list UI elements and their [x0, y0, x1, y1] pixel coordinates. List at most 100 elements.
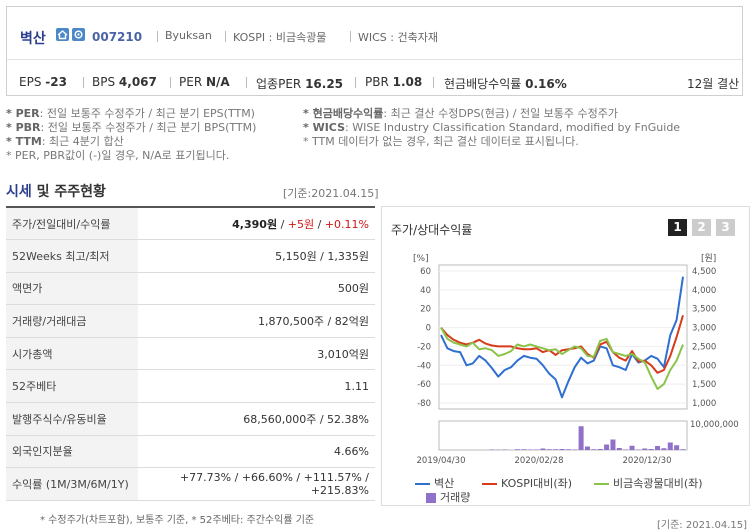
volume-bar [610, 439, 616, 450]
series-line-0 [440, 276, 684, 399]
volume-frame [438, 420, 688, 451]
note-line: * WICS: WISE Industry Classification Sta… [303, 121, 681, 134]
volume-bar [616, 448, 622, 450]
volume-bar [591, 449, 597, 450]
separator [225, 31, 226, 42]
wics-sector: WICS : 건축자재 [358, 31, 438, 44]
legend-swatch [482, 483, 497, 485]
volume-bar [674, 445, 680, 450]
chart-title: 주가/상대수익률 [391, 223, 473, 237]
table-row: 거래량/거래대금 1,870,500주 / 82억원 [6, 304, 375, 338]
legend-swatch [415, 483, 430, 485]
row-label: 거래량/거래대금 [6, 304, 138, 338]
volume-bar [667, 442, 673, 450]
volume-bar [559, 449, 565, 450]
volume-bar [629, 445, 635, 450]
indicator-strip: EPS -23 BPS 4,067 PER N/A 업종PER 16.25 PB… [7, 60, 742, 96]
volume-bar [565, 449, 571, 450]
notes-left: * PER: 전일 보통주 수정주가 / 최근 분기 EPS(TTM) * PB… [6, 107, 256, 163]
volume-bar [680, 449, 686, 450]
indicator-dividend-yield: 현금배당수익률 0.16% [444, 77, 567, 91]
y-right-tick-label: 4,000 [692, 286, 716, 296]
table-row: 52주베타 1.11 [6, 369, 375, 404]
indicator-bps: BPS 4,067 [92, 75, 157, 89]
stock-code: 007210 [92, 30, 143, 44]
separator [246, 77, 247, 88]
section-date: [기준:2021.04.15] [283, 187, 379, 200]
note-line: * TTM: 최근 4분기 합산 [6, 135, 124, 148]
separator [83, 77, 84, 88]
volume-bar [514, 449, 520, 450]
volume-tick-label: 10,000,000 [690, 420, 739, 430]
row-label: 수익률 (1M/3M/6M/1Y) [6, 467, 138, 501]
separator [433, 77, 434, 88]
legend-item: KOSPI대비(좌) [482, 475, 572, 491]
row-value: 4,390원 / +5원 / +0.11% [138, 207, 375, 241]
row-value: 4.66% [138, 435, 375, 469]
y-right-tick-label: 1,000 [692, 399, 716, 409]
legend-swatch [426, 493, 436, 503]
volume-bar [553, 449, 559, 450]
volume-bar [597, 449, 603, 450]
row-value: 5,150원 / 1,335원 [138, 239, 375, 273]
volume-bar [604, 444, 610, 450]
x-tick-label: 2019/04/30 [417, 456, 466, 466]
y-left-tick-label: 0 [426, 324, 431, 334]
y-left-tick-label: 60 [420, 267, 431, 277]
volume-bar [623, 449, 629, 450]
chart-panel: 주가/상대수익률 1 2 3 [%] [원] 60 40 20 0 -20 -40 -60 -80… [381, 206, 750, 506]
note-line: * PER: 전일 보통주 수정주가 / 최근 분기 EPS(TTM) [6, 107, 255, 120]
legend-item: 거래량 [426, 489, 470, 505]
separator [350, 31, 351, 42]
volume-bar [540, 448, 546, 450]
row-label: 52Weeks 최고/최저 [6, 239, 138, 273]
y-right-tick-label: 3,000 [692, 324, 716, 334]
market-sector: KOSPI : 비금속광물 [233, 31, 327, 44]
row-value: 500원 [138, 272, 375, 306]
section-title: 시세 및 주주현황 [6, 184, 106, 200]
home-icon[interactable] [56, 28, 69, 41]
left-axis-unit: [%] [413, 254, 429, 264]
separator [355, 77, 356, 88]
volume-bar [546, 449, 552, 450]
table-footnote: * 수정주가(차트포함), 보통주 기준, * 52주베타: 주간수익률 기준 [40, 515, 315, 526]
chart-footer-date: [기준: 2021.04.15] [657, 520, 748, 531]
row-label: 52주베타 [6, 369, 138, 404]
separator [170, 77, 171, 88]
note-line: * 현금배당수익률: 최근 결산 수정DPS(현금) / 전일 보통주 수정주가 [303, 107, 619, 120]
indicator-eps: EPS -23 [19, 75, 67, 89]
note-line: * PBR: 전일 보통주 수정주가 / 최근 분기 BPS(TTM) [6, 121, 257, 134]
table-row: 시가총액 3,010억원 [6, 337, 375, 371]
chart-tab-2[interactable]: 2 [692, 219, 711, 236]
series-line-1 [440, 315, 684, 374]
row-value: 3,010억원 [138, 337, 375, 371]
table-row: 주가/전일대비/수익률 4,390원 / +5원 / +0.11% [6, 207, 375, 241]
price-relative-chart: [%] [원] 60 40 20 0 -20 -40 -60 -80 4,500 4,000 3,500… [413, 253, 739, 466]
row-value: 1,870,500주 / 82억원 [138, 304, 375, 338]
legend-item: 비금속광물대비(좌) [594, 475, 703, 491]
row-label: 주가/전일대비/수익률 [6, 207, 138, 241]
chart-tab-3[interactable]: 3 [716, 219, 735, 236]
volume-bar [648, 449, 654, 450]
volume-bar [642, 448, 648, 450]
y-left-tick-label: -40 [417, 361, 431, 371]
note-line: * PER, PBR값이 (-)일 경우, N/A로 표기됩니다. [6, 149, 230, 162]
volume-bar [572, 449, 578, 450]
note-line: * TTM 데이터가 없는 경우, 최근 결산 데이터로 표시됩니다. [303, 135, 579, 148]
volume-bar [489, 449, 495, 450]
right-axis-unit: [원] [701, 253, 716, 264]
table-row: 52Weeks 최고/최저 5,150원 / 1,335원 [6, 239, 375, 273]
volume-bar [661, 448, 667, 450]
row-value: 68,560,000주 / 52.38% [138, 402, 375, 436]
chart-tab-1[interactable]: 1 [668, 219, 687, 236]
volume-bar [578, 426, 584, 450]
ir-icon[interactable] [72, 28, 85, 41]
y-right-tick-label: 2,000 [692, 361, 716, 371]
company-header: 벽산 007210 Byuksan KOSPI : 비금속광물 WICS : 건… [6, 6, 743, 96]
y-right-tick-label: 3,500 [692, 305, 716, 315]
indicator-sector-per: 업종PER 16.25 [256, 77, 344, 91]
row-value: 1.11 [138, 369, 375, 404]
x-tick-label: 2020/12/30 [623, 456, 672, 466]
quote-table: 주가/전일대비/수익률 4,390원 / +5원 / +0.11% 52Week… [6, 206, 375, 501]
table-row: 외국인지분율 4.66% [6, 435, 375, 469]
